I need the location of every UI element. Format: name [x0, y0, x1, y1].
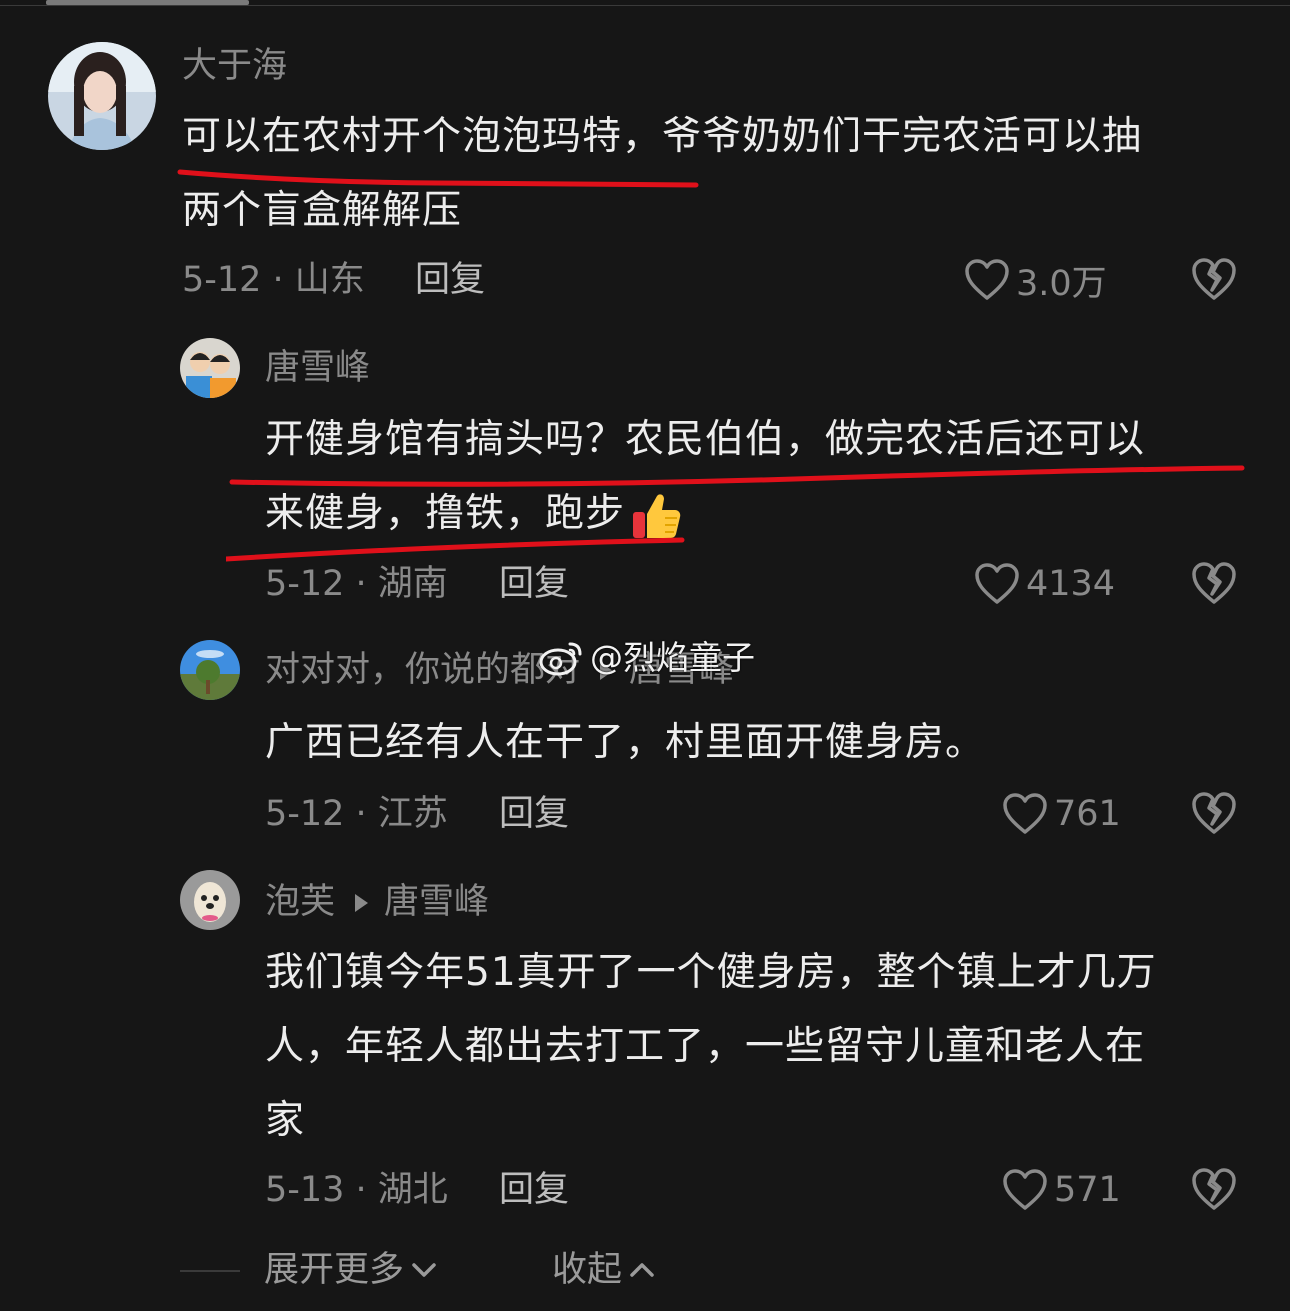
comment-author[interactable]: 对对对，你说的都对 [265, 650, 580, 690]
like-button[interactable]: 3.0万 [964, 258, 1107, 304]
comment-text-line: 开健身馆有搞头吗？农民伯伯，做完农活后还可以 [265, 417, 1146, 462]
like-button[interactable]: 4134 [974, 562, 1115, 606]
comment-text-line: 我们镇今年51真开了一个健身房，整个镇上才几万 [265, 950, 1157, 995]
comment-text: 我们镇今年51真开了一个健身房，整个镇上才几万 人，年轻人都出去打工了，一些留守… [265, 936, 1265, 1158]
heart-icon [1003, 1169, 1047, 1210]
heart-icon [1003, 793, 1047, 834]
reply-to-author[interactable]: 唐雪峰 [384, 882, 489, 922]
collapse-label: 收起 [552, 1250, 623, 1290]
like-count: 4134 [1026, 564, 1116, 604]
like-button[interactable]: 761 [1002, 792, 1121, 836]
avatar-photo [180, 640, 240, 700]
comment-meta: 5-13 · 湖北 [265, 1170, 448, 1210]
avatar-photo [48, 42, 156, 150]
comment-meta: 5-12 · 湖南 [265, 564, 448, 604]
like-count: 571 [1054, 1170, 1121, 1210]
comment-text-line: 广西已经有人在干了，村里面开健身房。 [265, 720, 986, 765]
dislike-button[interactable] [1190, 256, 1238, 302]
comment-author[interactable]: 泡芙 [265, 882, 335, 922]
reply-button[interactable]: 回复 [499, 792, 569, 836]
comment-text-line: 可以在农村开个泡泡玛特，爷爷奶奶们干完农活可以抽 [182, 114, 1143, 159]
broken-heart-icon [1192, 562, 1236, 604]
comment-meta: 5-12 · 山东 [182, 260, 365, 300]
like-button[interactable]: 571 [1002, 1168, 1121, 1212]
comment-text: 广西已经有人在干了，村里面开健身房。 [265, 706, 1265, 780]
weibo-logo-icon [539, 642, 582, 676]
broken-heart-icon [1192, 258, 1236, 300]
comment-author-line: 泡芙 唐雪峰 [265, 880, 489, 924]
comment-author[interactable]: 唐雪峰 [265, 346, 370, 390]
dislike-button[interactable] [1190, 790, 1238, 836]
avatar-photo [180, 338, 240, 398]
collapse-button[interactable]: 收起 [552, 1248, 656, 1292]
like-count: 3.0万 [1016, 263, 1107, 304]
watermark: @烈焰童子 [538, 636, 755, 680]
comment-text-line: 家 [265, 1098, 306, 1143]
expand-more-button[interactable]: 展开更多 [264, 1248, 438, 1292]
broken-heart-icon [1192, 792, 1236, 834]
watermark-text: @烈焰童子 [590, 638, 755, 677]
scroll-indicator [0, 0, 1290, 6]
comment-text: 可以在农村开个泡泡玛特，爷爷奶奶们干完农活可以抽 两个盲盒解解压 [182, 100, 1262, 248]
avatar[interactable] [180, 640, 240, 700]
comment-author[interactable]: 大于海 [182, 44, 287, 88]
heart-icon [975, 563, 1019, 604]
comment-text-line: 人，年轻人都出去打工了，一些留守儿童和老人在 [265, 1024, 1146, 1069]
broken-heart-icon [1192, 1168, 1236, 1210]
heart-icon [965, 259, 1009, 300]
reply-arrow-icon [355, 894, 369, 912]
avatar-photo [180, 870, 240, 930]
dislike-button[interactable] [1190, 560, 1238, 606]
scroll-track [0, 5, 1290, 6]
chevron-down-icon [412, 1263, 436, 1277]
comment-text-line: 两个盲盒解解压 [182, 188, 463, 233]
reply-button[interactable]: 回复 [415, 258, 485, 302]
comment-text-line-content: 来健身，撸铁，跑步 [265, 491, 626, 536]
like-count: 761 [1054, 794, 1121, 834]
reply-button[interactable]: 回复 [499, 562, 569, 606]
comment-text-line: 来健身，撸铁，跑步 [265, 477, 1265, 551]
footer-divider [180, 1270, 240, 1272]
expand-more-label: 展开更多 [264, 1250, 405, 1290]
reply-button[interactable]: 回复 [499, 1168, 569, 1212]
comment-text: 开健身馆有搞头吗？农民伯伯，做完农活后还可以 来健身，撸铁，跑步 [265, 403, 1265, 551]
comment-meta: 5-12 · 江苏 [265, 794, 448, 834]
avatar[interactable] [180, 338, 240, 398]
thumbs-up-icon [633, 493, 681, 538]
scroll-thumb[interactable] [46, 0, 249, 5]
chevron-up-icon [630, 1263, 654, 1277]
dislike-button[interactable] [1190, 1166, 1238, 1212]
avatar[interactable] [180, 870, 240, 930]
avatar[interactable] [48, 42, 156, 150]
